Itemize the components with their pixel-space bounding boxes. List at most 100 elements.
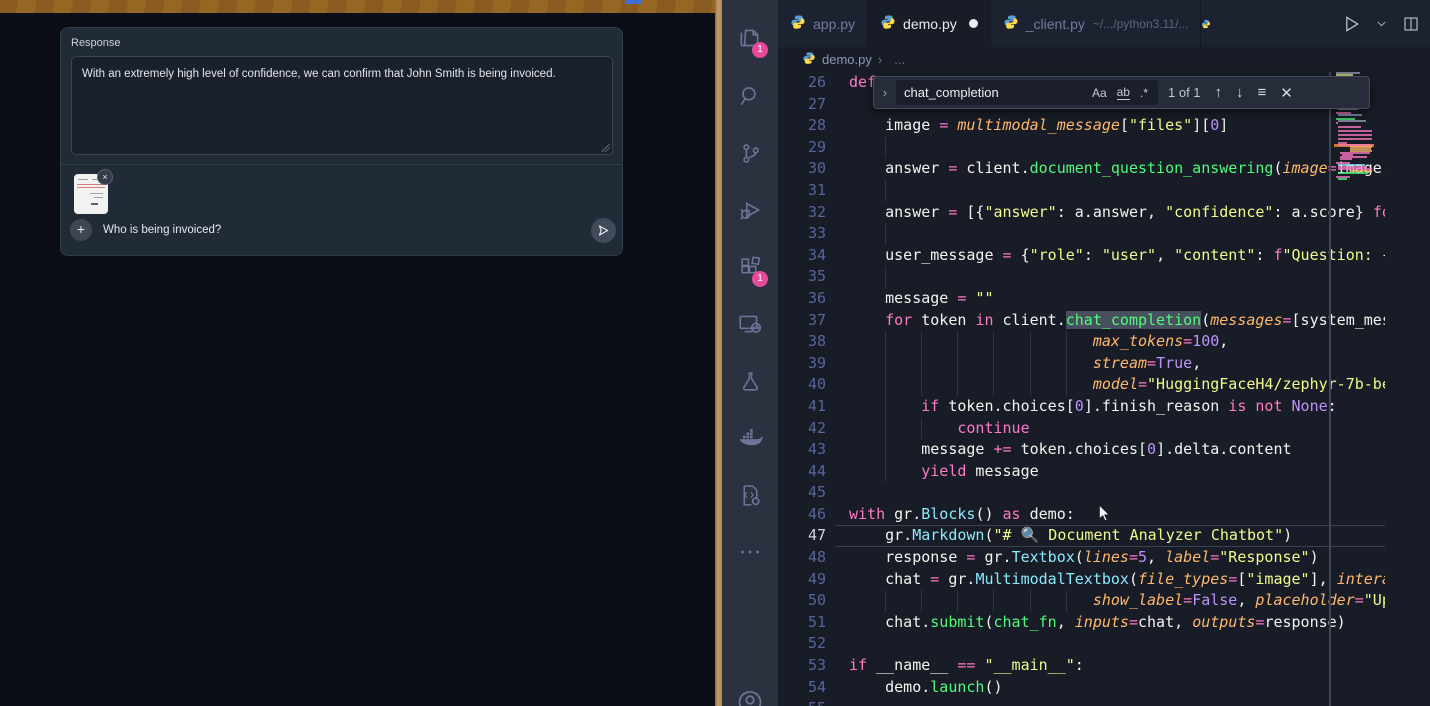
pane-divider[interactable]	[715, 0, 722, 706]
indent-guide	[885, 439, 886, 461]
code-line[interactable]: 53if __name__ == "__main__":	[778, 655, 1385, 677]
sidebar-item-source-control[interactable]	[722, 129, 778, 177]
find-previous-button[interactable]: ↑	[1215, 84, 1223, 101]
regex-toggle[interactable]: .*	[1140, 86, 1148, 100]
line-number: 33	[778, 223, 826, 245]
attachment-close-button[interactable]: ×	[97, 169, 113, 185]
code-line[interactable]: 48 response = gr.Textbox(lines=5, label=…	[778, 547, 1385, 569]
thumb-detail	[94, 197, 103, 198]
code-line[interactable]: 41 if token.choices[0].finish_reason is …	[778, 396, 1385, 418]
code-line[interactable]: 46 with gr.Blocks() as demo:	[778, 504, 1385, 526]
indent-guide	[1030, 353, 1031, 375]
find-in-selection-button[interactable]: ≡	[1258, 84, 1267, 101]
code-line[interactable]: 32 answer = [{"answer": a.answer, "confi…	[778, 202, 1385, 224]
code-line[interactable]: 54 demo.launch()	[778, 677, 1385, 699]
line-number: 37	[778, 310, 826, 332]
code-editor[interactable]: 26def2728 image = multimodal_message["fi…	[778, 72, 1385, 706]
indent-guide	[885, 331, 886, 353]
sidebar-item-account[interactable]	[722, 676, 778, 706]
upload-plus-button[interactable]: +	[70, 219, 92, 241]
code-text: model="HuggingFaceH4/zephyr-7b-beta")	[849, 374, 1385, 396]
code-line[interactable]: 30 answer = client.document_question_ans…	[778, 158, 1385, 180]
indent-guide	[1066, 590, 1067, 612]
code-line[interactable]: 36 message = ""	[778, 288, 1385, 310]
sidebar-item-run-debug[interactable]	[722, 186, 778, 234]
unsaved-dot-icon[interactable]	[969, 19, 978, 28]
whole-word-toggle[interactable]: ab	[1117, 85, 1130, 100]
line-number: 45	[778, 482, 826, 504]
line-number: 39	[778, 353, 826, 375]
response-textarea[interactable]: With an extremely high level of confiden…	[71, 56, 613, 155]
code-line[interactable]: 45	[778, 482, 1385, 504]
python-icon	[790, 14, 806, 33]
sidebar-item-remote-explorer[interactable]	[722, 300, 778, 348]
code-text: chat = gr.MultimodalTextbox(file_types=[…	[849, 569, 1385, 591]
line-number: 35	[778, 266, 826, 288]
code-line[interactable]: 33	[778, 223, 1385, 245]
code-line[interactable]: 42 continue	[778, 418, 1385, 440]
extensions-badge: 1	[752, 271, 768, 287]
code-line[interactable]: 50 show_label=False, placeholder="Upload…	[778, 590, 1385, 612]
code-line[interactable]: 31	[778, 180, 1385, 202]
code-text: if __name__ == "__main__":	[849, 655, 1084, 677]
sidebar-item-testing[interactable]	[722, 357, 778, 405]
code-line[interactable]: 37 for token in client.chat_completion(m…	[778, 310, 1385, 332]
code-line[interactable]: 29	[778, 137, 1385, 159]
line-number: 27	[778, 94, 826, 116]
find-next-button[interactable]: ↓	[1236, 84, 1244, 101]
code-line[interactable]: 39 stream=True,	[778, 353, 1385, 375]
sidebar-item-more[interactable]	[722, 528, 778, 576]
code-line[interactable]: 34 user_message = {"role": "user", "cont…	[778, 245, 1385, 267]
sidebar-item-explorer[interactable]: 1	[722, 14, 778, 62]
code-line[interactable]: 51 chat.submit(chat_fn, inputs=chat, out…	[778, 612, 1385, 634]
run-dropdown-chevron-icon[interactable]	[1375, 17, 1388, 30]
code-line[interactable]: 47 gr.Markdown("# 🔍 Document Analyzer Ch…	[778, 525, 1385, 547]
minimap-code-bar	[1338, 130, 1372, 132]
code-text: chat.submit(chat_fn, inputs=chat, output…	[849, 612, 1346, 634]
minimap-code-bar	[1336, 122, 1338, 124]
indent-guide	[1066, 374, 1067, 396]
sidebar-item-cmake-tools[interactable]	[722, 471, 778, 519]
breadcrumb-file[interactable]: demo.py	[822, 52, 872, 67]
tab-client-py[interactable]: _client.py ~/.../python3.11/...	[991, 0, 1202, 47]
code-text: answer = [{"answer": a.answer, "confiden…	[849, 202, 1385, 224]
ellipsis-icon	[737, 539, 763, 565]
editor-scrollbar[interactable]	[1329, 72, 1331, 706]
code-line[interactable]: 43 message += token.choices[0].delta.con…	[778, 439, 1385, 461]
run-button[interactable]	[1341, 14, 1361, 34]
tab-demo-py[interactable]: demo.py	[868, 0, 991, 47]
code-line[interactable]: 28 image = multimodal_message["files"][0…	[778, 115, 1385, 137]
code-line[interactable]: 44 yield message	[778, 461, 1385, 483]
line-number: 46	[778, 504, 826, 526]
indent-guide	[957, 374, 958, 396]
chat-input[interactable]: Who is being invoiced?	[103, 224, 221, 236]
code-line[interactable]: 40 model="HuggingFaceH4/zephyr-7b-beta")	[778, 374, 1385, 396]
line-number: 52	[778, 633, 826, 655]
find-input[interactable]: chat_completion Aa ab .*	[896, 80, 1158, 105]
code-text: with gr.Blocks() as demo:	[849, 504, 1075, 526]
textarea-resize-handle[interactable]	[601, 143, 610, 152]
code-line[interactable]: 35	[778, 266, 1385, 288]
breadcrumb[interactable]: demo.py › ...	[778, 47, 1430, 72]
sidebar-item-search[interactable]	[722, 72, 778, 120]
code-line[interactable]: 49 chat = gr.MultimodalTextbox(file_type…	[778, 569, 1385, 591]
sidebar-item-extensions[interactable]: 1	[722, 243, 778, 291]
match-case-toggle[interactable]: Aa	[1092, 86, 1107, 100]
tab-app-py[interactable]: app.py	[778, 0, 868, 47]
indent-guide	[993, 374, 994, 396]
find-close-button[interactable]: ✕	[1280, 84, 1293, 102]
send-button[interactable]	[591, 218, 616, 243]
code-line[interactable]: 55	[778, 698, 1385, 706]
indent-guide	[1066, 331, 1067, 353]
code-line[interactable]: 38 max_tokens=100,	[778, 331, 1385, 353]
indent-guide	[921, 353, 922, 375]
tab-label: demo.py	[903, 16, 957, 32]
sidebar-item-docker[interactable]	[722, 414, 778, 462]
minimap[interactable]	[1334, 72, 1374, 706]
find-replace-toggle-chevron[interactable]: ›	[874, 85, 896, 100]
indent-guide	[921, 418, 922, 440]
breadcrumb-more[interactable]: ...	[894, 52, 905, 67]
code-line[interactable]: 52	[778, 633, 1385, 655]
split-editor-button[interactable]	[1402, 15, 1420, 33]
minimap-code-bar	[1338, 114, 1362, 116]
